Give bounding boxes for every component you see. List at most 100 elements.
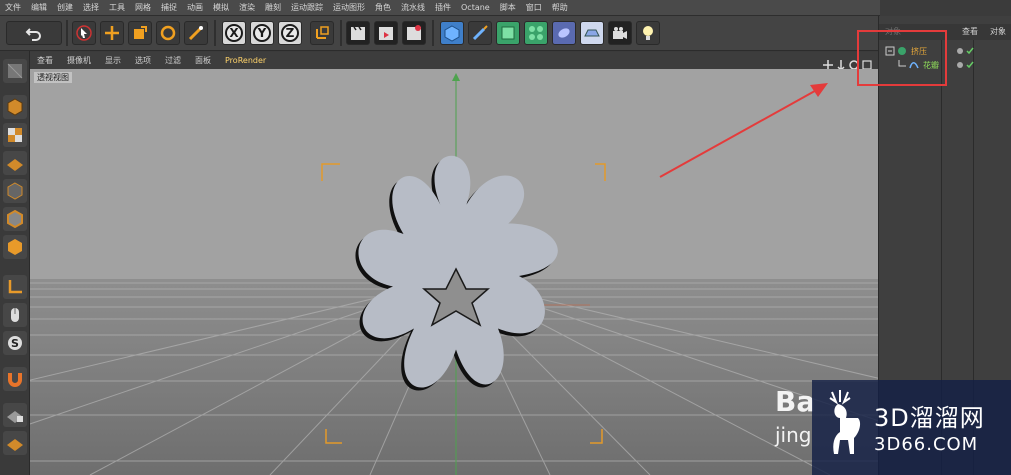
array-button[interactable]: [524, 21, 548, 45]
visibility-dot-icon-2[interactable]: [956, 61, 964, 69]
viewport-menu-item[interactable]: 查看: [30, 52, 60, 69]
cloner-icon: [529, 26, 543, 40]
edges-mode-button[interactable]: [3, 207, 27, 231]
scale-tool-button[interactable]: [128, 21, 152, 45]
cube-object-button[interactable]: [440, 21, 464, 45]
make-editable-button[interactable]: [3, 59, 27, 83]
viewport-menu-item[interactable]: 面板: [188, 52, 218, 69]
deformer-button[interactable]: [552, 21, 576, 45]
main-toolbar: X Y Z: [0, 16, 880, 51]
menu-item[interactable]: 运动跟踪: [286, 0, 328, 16]
render-settings-button[interactable]: [402, 21, 426, 45]
render-to-picture-viewer-button[interactable]: [374, 21, 398, 45]
main-menubar: 文件 编辑 创建 选择 工具 网格 捕捉 动画 模拟 渲染 雕刻 运动跟踪 运动图形 角色 流水线 插件 Oct…: [0, 0, 880, 16]
menu-item[interactable]: 工具: [104, 0, 130, 16]
coordinate-system-button[interactable]: [310, 21, 334, 45]
prorender-menu[interactable]: ProRender: [218, 52, 273, 69]
viewport-scene: [30, 69, 878, 475]
snap-button[interactable]: S: [3, 331, 27, 355]
visibility-dot-icon[interactable]: [956, 47, 964, 55]
tweak-mode-button[interactable]: [3, 303, 27, 327]
menu-item[interactable]: 动画: [182, 0, 208, 16]
y-axis-button[interactable]: Y: [250, 21, 274, 45]
subdivision-button[interactable]: [496, 21, 520, 45]
pen-icon: [472, 25, 488, 41]
move-tool-button[interactable]: [100, 21, 124, 45]
camera-button[interactable]: [608, 21, 632, 45]
dolly-icon[interactable]: [836, 55, 846, 72]
texture-mode-button[interactable]: [3, 123, 27, 147]
menu-item[interactable]: 雕刻: [260, 0, 286, 16]
live-select-button[interactable]: [184, 21, 208, 45]
viewport-menubar: 查看 摄像机 显示 选项 过滤 面板 ProRender: [30, 52, 878, 72]
menu-item[interactable]: Octane: [456, 0, 495, 16]
z-axis-label: Z: [281, 24, 299, 42]
mouse-icon: [11, 308, 19, 322]
undo-icon: [25, 28, 41, 41]
menu-item[interactable]: 运动图形: [328, 0, 370, 16]
brand-watermark-url: 3D66.COM: [874, 434, 979, 455]
perspective-viewport[interactable]: 透视视图: [30, 69, 878, 475]
menu-item[interactable]: 窗口: [521, 0, 547, 16]
menu-item[interactable]: 网格: [130, 0, 156, 16]
pan-icon[interactable]: [823, 55, 833, 70]
floor-icon: [584, 29, 600, 37]
rotate-tool-button[interactable]: [156, 21, 180, 45]
model-mode-button[interactable]: [3, 95, 27, 119]
menu-item[interactable]: 角色: [370, 0, 396, 16]
workplane-mode-button[interactable]: [3, 151, 27, 175]
snap-s-icon: S: [8, 336, 22, 350]
polygons-mode-button[interactable]: [3, 235, 27, 259]
z-axis-button[interactable]: Z: [278, 21, 302, 45]
baidu-watermark-sub: jing: [775, 423, 812, 447]
points-mode-button[interactable]: [3, 179, 27, 203]
undo-button[interactable]: [6, 21, 62, 45]
menu-item[interactable]: 文件: [0, 0, 26, 16]
menu-item[interactable]: 编辑: [26, 0, 52, 16]
menu-item[interactable]: 捕捉: [156, 0, 182, 16]
tab-view[interactable]: 查看: [956, 24, 984, 40]
x-axis-button[interactable]: X: [222, 21, 246, 45]
menu-item[interactable]: 创建: [52, 0, 78, 16]
menu-item[interactable]: 选择: [78, 0, 104, 16]
brand-watermark: 3D溜溜网 3D66.COM: [812, 380, 1011, 475]
object-status-icons-2: [956, 61, 974, 69]
rotate-icon: [160, 25, 176, 41]
edges-cube-icon: [7, 209, 23, 229]
menu-item[interactable]: 帮助: [547, 0, 573, 16]
move-icon: [105, 26, 119, 40]
y-axis-label: Y: [253, 24, 271, 42]
pen-spline-button[interactable]: [468, 21, 492, 45]
viewport-menu-item[interactable]: 过滤: [158, 52, 188, 69]
checkmark-icon-2[interactable]: [966, 61, 974, 69]
checkmark-icon[interactable]: [966, 47, 974, 55]
workplane-button[interactable]: [3, 431, 27, 455]
axis-mode-button[interactable]: [3, 275, 27, 299]
render-view-button[interactable]: [346, 21, 370, 45]
viewport-menu-item[interactable]: 显示: [98, 52, 128, 69]
make-editable-icon: [7, 63, 23, 79]
deer-logo-icon: [829, 390, 861, 454]
floor-button[interactable]: [580, 21, 604, 45]
tab-objects[interactable]: 对象: [984, 24, 1011, 40]
coordinate-icon: [316, 26, 329, 39]
viewport-menu-item[interactable]: 选项: [128, 52, 158, 69]
deformer-icon: [558, 28, 570, 38]
brand-watermark-title: 3D溜溜网: [874, 404, 985, 432]
brush-icon: [188, 26, 203, 41]
lock-workplane-button[interactable]: [3, 403, 27, 427]
scale-icon: [134, 26, 147, 39]
polygons-cube-icon: [8, 239, 22, 255]
menu-item[interactable]: 插件: [430, 0, 456, 16]
light-button[interactable]: [636, 21, 660, 45]
menu-item[interactable]: 渲染: [234, 0, 260, 16]
menu-item[interactable]: 脚本: [495, 0, 521, 16]
magnet-button[interactable]: [3, 367, 27, 391]
grid-plane-icon-2: [7, 439, 23, 451]
checker-icon: [8, 128, 22, 142]
viewport-label: 透视视图: [34, 72, 72, 83]
viewport-menu-item[interactable]: 摄像机: [60, 52, 98, 69]
select-tool-button[interactable]: [72, 21, 96, 45]
menu-item[interactable]: 模拟: [208, 0, 234, 16]
menu-item[interactable]: 流水线: [396, 0, 430, 16]
